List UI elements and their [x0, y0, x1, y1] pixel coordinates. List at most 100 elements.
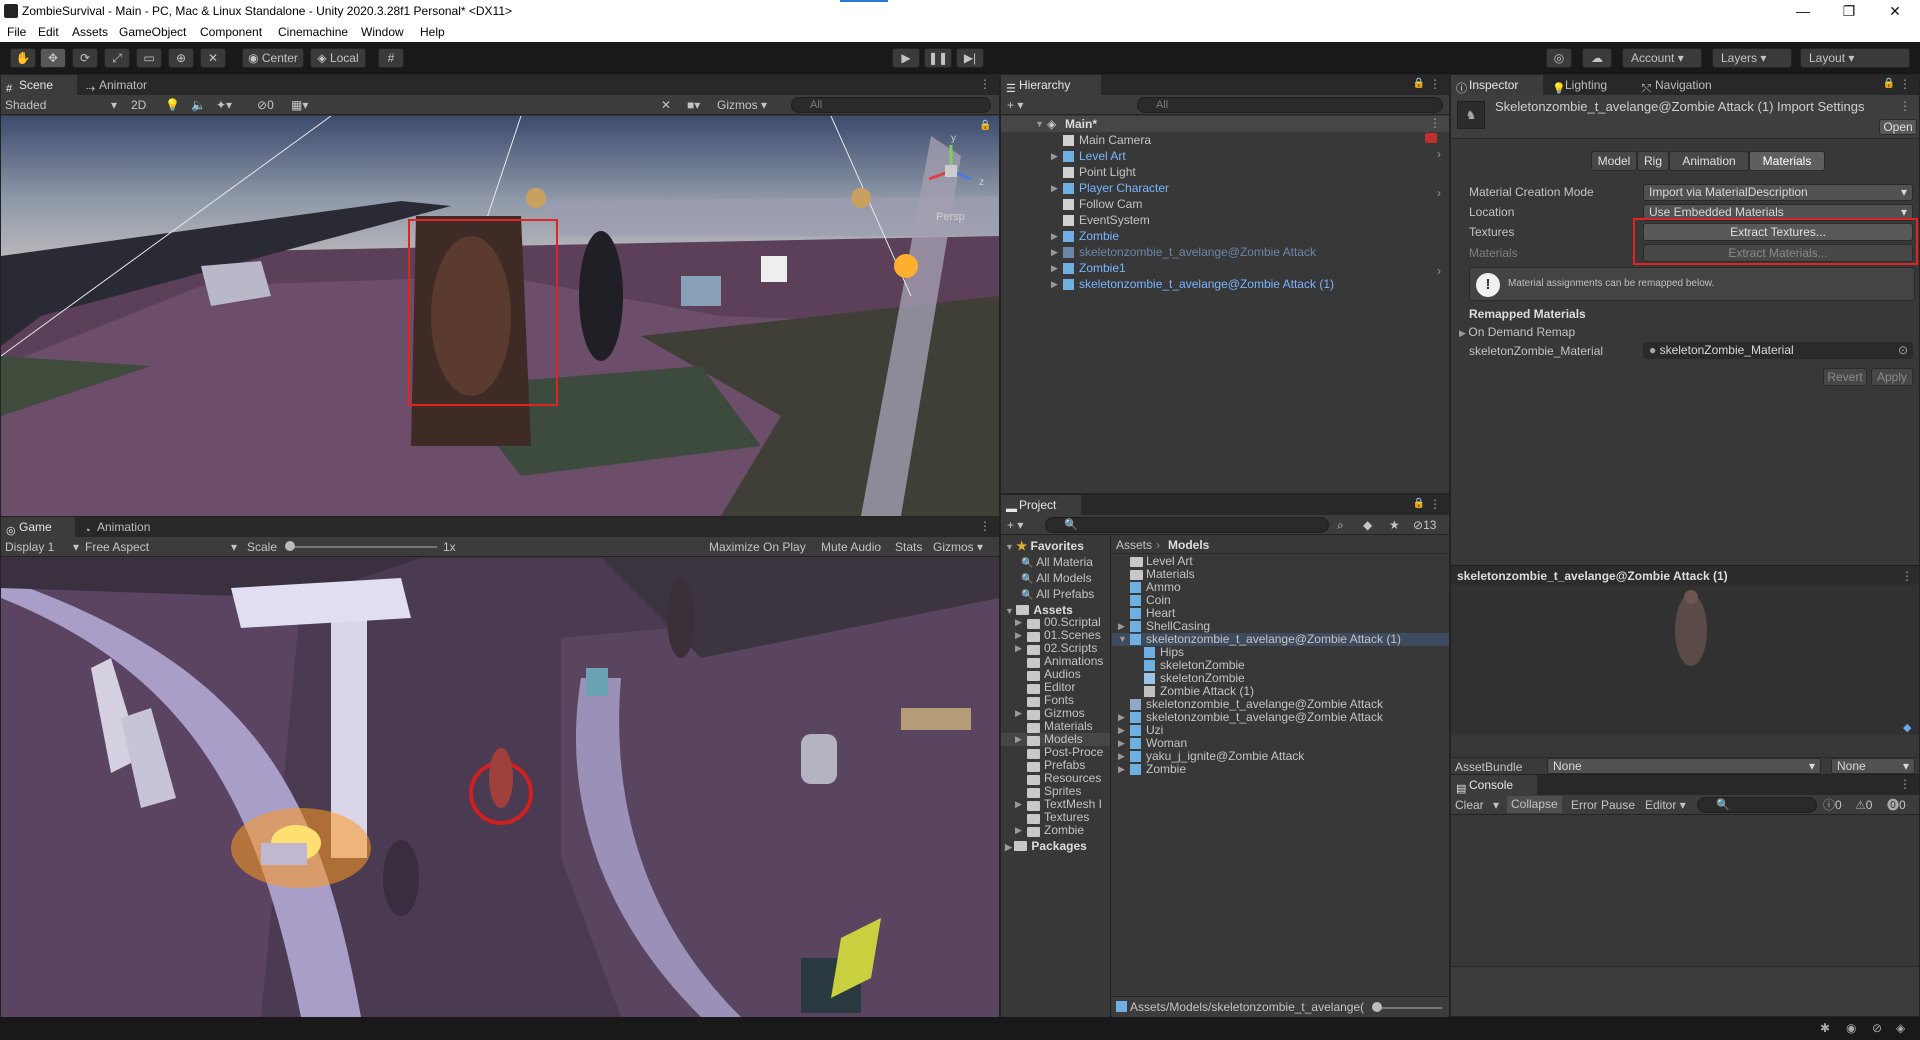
asset-expand-icon[interactable]: ▶	[1118, 737, 1125, 750]
move-tool-icon[interactable]: ✥	[40, 48, 66, 68]
menu-edit[interactable]: Edit	[38, 22, 59, 42]
clear-options-dropdown[interactable]: ▾	[1493, 795, 1499, 815]
expand-arrow-icon[interactable]: ▶	[1051, 276, 1058, 292]
menu-file[interactable]: File	[7, 22, 26, 42]
error-pause-toggle[interactable]: Error Pause	[1571, 795, 1635, 815]
zombie1-arrow-icon[interactable]: ›	[1437, 264, 1441, 278]
folder-item[interactable]: ▶ Gizmos	[1001, 707, 1110, 720]
tab-project[interactable]: ▬ Project	[1001, 495, 1081, 515]
tab-game[interactable]: ◎ Game	[1, 517, 75, 537]
audio-toggle-icon[interactable]: 🔈	[191, 95, 206, 115]
grid-toggle-icon[interactable]: ▦▾	[291, 95, 308, 115]
close-button[interactable]: ✕	[1872, 0, 1918, 22]
transform-tool-icon[interactable]: ⊕	[168, 48, 194, 68]
material-slot-field[interactable]: ● skeletonZombie_Material ⊙	[1643, 342, 1913, 359]
hierarchy-item[interactable]: Follow Cam	[1001, 196, 1449, 212]
toggle-2d-button[interactable]: 2D	[131, 95, 146, 115]
step-button[interactable]: ▶|	[956, 48, 984, 68]
info-count-toggle[interactable]: ⓘ0	[1823, 795, 1842, 815]
game-gizmos-dropdown[interactable]: Gizmos ▾	[933, 537, 983, 557]
scene-root-row[interactable]: ▼ ◈ Main* ⋮	[1001, 116, 1449, 132]
object-picker-icon[interactable]: ⊙	[1898, 343, 1908, 358]
folder-expand-icon[interactable]: ▶	[1015, 629, 1022, 642]
project-lock-icon[interactable]: 🔒	[1413, 498, 1425, 509]
maximize-on-play-toggle[interactable]: Maximize On Play	[709, 537, 806, 557]
folder-item[interactable]: ▶ Models	[1001, 733, 1110, 746]
scene-gizmos-dropdown[interactable]: Gizmos ▾	[717, 95, 767, 115]
scene-root-menu-icon[interactable]: ⋮	[1429, 116, 1441, 130]
menu-assets[interactable]: Assets	[72, 22, 108, 42]
folder-expand-icon[interactable]: ▶	[1015, 707, 1022, 720]
folder-item[interactable]: Audios	[1001, 668, 1110, 681]
folder-item[interactable]: ▶ TextMesh I	[1001, 798, 1110, 811]
packages-root[interactable]: ▶ Packages	[1005, 838, 1087, 854]
subtab-rig[interactable]: Rig	[1637, 151, 1669, 171]
hand-tool-icon[interactable]: ✋	[10, 48, 36, 68]
tools-icon[interactable]: ✕	[661, 95, 671, 115]
hierarchy-item[interactable]: ▶ skeletonzombie_t_avelange@Zombie Attack…	[1001, 276, 1449, 292]
tab-animator[interactable]: ⇢ Animator	[81, 75, 163, 95]
effects-toggle-icon[interactable]: ✦▾	[216, 95, 232, 115]
folder-item[interactable]: Materials	[1001, 720, 1110, 733]
console-search-input[interactable]: 🔍	[1697, 797, 1817, 813]
preview-menu-icon[interactable]: ⋮	[1901, 566, 1913, 586]
hierarchy-add-button[interactable]: + ▾	[1007, 95, 1023, 115]
icon-size-slider[interactable]	[1372, 1007, 1442, 1009]
inspector-header-settings-icon[interactable]: ⋮	[1899, 99, 1911, 113]
console-menu-icon[interactable]: ⋮	[1899, 777, 1911, 791]
scene-viewport[interactable]: y z Persp 🔒	[1, 116, 999, 516]
folder-item[interactable]: Resources	[1001, 772, 1110, 785]
game-viewport[interactable]	[1, 558, 999, 1017]
scale-slider-thumb[interactable]	[285, 541, 295, 551]
hierarchy-item[interactable]: ▶ skeletonzombie_t_avelange@Zombie Attack	[1001, 244, 1449, 260]
account-dropdown[interactable]: Account ▾	[1622, 48, 1702, 68]
pivot-center-button[interactable]: ◉ Center	[242, 48, 304, 68]
expand-arrow-icon[interactable]: ▶	[1051, 148, 1058, 164]
layers-dropdown[interactable]: Layers ▾	[1712, 48, 1792, 68]
pivot-local-button[interactable]: ◈ Local	[310, 48, 366, 68]
notifications-icon[interactable]: ⊘	[1872, 1021, 1882, 1035]
shading-dropdown[interactable]: Shaded ▾	[5, 95, 117, 115]
lighting-toggle-icon[interactable]: 💡	[165, 95, 180, 115]
scene-search-input[interactable]: All	[791, 97, 991, 113]
breadcrumb-assets[interactable]: Assets	[1116, 536, 1152, 554]
menu-window[interactable]: Window	[361, 22, 404, 42]
expand-arrow-icon[interactable]: ▶	[1051, 228, 1058, 244]
inspector-lock-icon[interactable]: 🔒	[1883, 78, 1895, 89]
search-by-type-icon[interactable]: ⌕	[1337, 515, 1344, 535]
folder-item[interactable]: Post-Proce	[1001, 746, 1110, 759]
folder-item[interactable]: Textures	[1001, 811, 1110, 824]
favorites-filter-icon[interactable]: ★	[1389, 515, 1400, 535]
folder-item[interactable]: ▶ 01.Scenes	[1001, 629, 1110, 642]
folder-item[interactable]: Editor	[1001, 681, 1110, 694]
console-log-area[interactable]	[1451, 816, 1919, 966]
hierarchy-item[interactable]: ▶ Zombie	[1001, 228, 1449, 244]
hidden-objects-toggle[interactable]: ⊘0	[257, 95, 274, 115]
asset-expand-icon[interactable]: ▼	[1118, 633, 1127, 646]
asset-expand-icon[interactable]: ▶	[1118, 620, 1125, 633]
project-add-button[interactable]: + ▾	[1007, 515, 1023, 535]
expand-arrow-icon[interactable]: ▶	[1051, 180, 1058, 196]
asset-expand-icon[interactable]: ▶	[1118, 763, 1125, 776]
asset-expand-icon[interactable]: ▶	[1118, 711, 1125, 724]
error-count-toggle[interactable]: ⓿0	[1887, 795, 1906, 815]
hierarchy-item[interactable]: EventSystem	[1001, 212, 1449, 228]
expand-arrow-icon[interactable]: ▶	[1051, 260, 1058, 276]
menu-gameobject[interactable]: GameObject	[119, 22, 186, 42]
display-dropdown[interactable]: Display 1 ▾	[5, 537, 79, 557]
favorites-header[interactable]: ▼ ★ Favorites	[1005, 538, 1084, 554]
console-detail-area[interactable]	[1451, 966, 1919, 1016]
minimize-button[interactable]: —	[1780, 0, 1826, 22]
hierarchy-item[interactable]: ▶ Zombie1	[1001, 260, 1449, 276]
subtab-model[interactable]: Model	[1591, 151, 1637, 171]
tab-hierarchy[interactable]: ☰ Hierarchy	[1001, 75, 1101, 95]
favorites-item[interactable]: 🔍 All Materia	[1021, 554, 1093, 570]
tab-console[interactable]: ▤ Console	[1451, 775, 1537, 795]
menu-cinemachine[interactable]: Cinemachine	[278, 22, 348, 42]
hierarchy-menu-icon[interactable]: ⋮	[1429, 77, 1441, 91]
tab-animation[interactable]: ◔ Animation	[79, 517, 169, 537]
editor-dropdown[interactable]: Editor ▾	[1645, 795, 1686, 815]
assetbundle-variant-dropdown[interactable]: None ▾	[1831, 758, 1915, 774]
persp-label[interactable]: Persp	[936, 211, 965, 223]
hierarchy-item[interactable]: ▶ Player Character	[1001, 180, 1449, 196]
